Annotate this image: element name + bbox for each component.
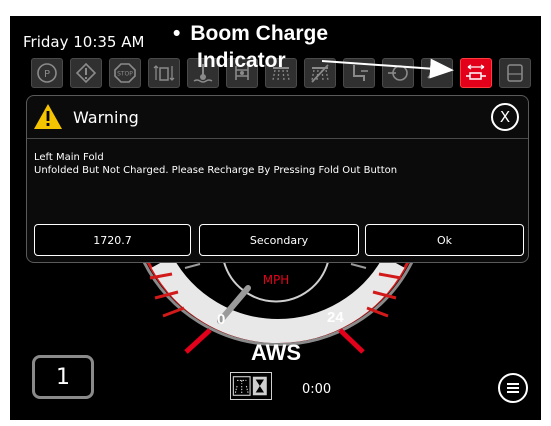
close-icon: X: [499, 108, 511, 126]
display-screen: Friday 10:35 AM P STOP • Boom Charge Ind…: [10, 16, 541, 420]
gauge-max-label: 24: [327, 309, 344, 326]
gauge-unit: MPH: [263, 273, 290, 287]
gear-indicator[interactable]: 1: [32, 355, 94, 399]
dialog-header: Warning X: [27, 96, 528, 139]
secondary-button[interactable]: Secondary: [199, 224, 359, 256]
ok-button[interactable]: Ok: [365, 224, 524, 256]
timer-value: 0:00: [302, 382, 332, 397]
value-button[interactable]: 1720.7: [34, 224, 191, 256]
boom-charge-callout: • Boom Charge Indicator: [173, 20, 328, 74]
dialog-message: Left Main Fold Unfolded But Not Charged.…: [34, 151, 397, 177]
message-line-2: Unfolded But Not Charged. Please Recharg…: [34, 165, 398, 176]
gauge-min-label: 0: [217, 311, 225, 328]
gear-value: 1: [56, 364, 70, 390]
callout-line2: Indicator: [197, 49, 286, 72]
warning-dialog: Warning X Left Main Fold Unfolded But No…: [26, 95, 529, 263]
callout-bullet: •: [173, 22, 181, 45]
menu-icon: [507, 383, 519, 393]
warning-triangle-icon: [34, 104, 62, 129]
close-button[interactable]: X: [491, 103, 519, 131]
message-line-1: Left Main Fold: [34, 152, 104, 163]
steering-mode: AWS: [251, 340, 301, 365]
timer-icon[interactable]: [230, 372, 272, 400]
menu-button[interactable]: [498, 373, 528, 403]
dialog-title: Warning: [73, 108, 139, 127]
callout-line1: Boom Charge: [190, 22, 329, 45]
